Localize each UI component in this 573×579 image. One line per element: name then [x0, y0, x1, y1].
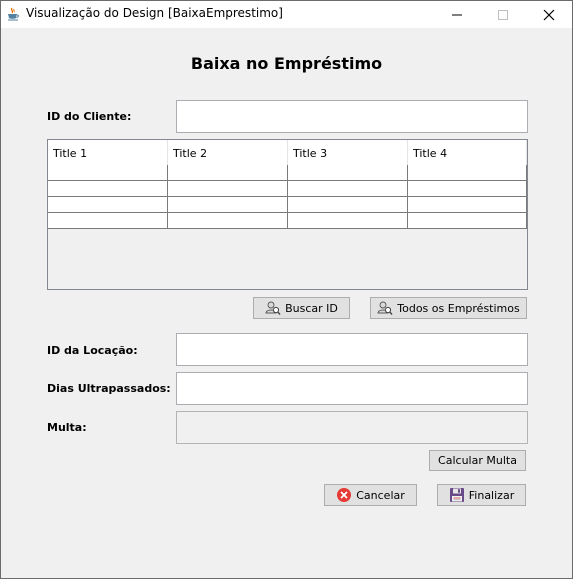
- finish-button[interactable]: Finalizar: [437, 484, 526, 506]
- table-cell[interactable]: [288, 197, 408, 213]
- minimize-button[interactable]: [434, 1, 480, 28]
- dialog-window: Visualização do Design [BaixaEmprestimo]…: [0, 0, 573, 579]
- table-row[interactable]: [48, 213, 527, 229]
- column-header[interactable]: Title 1: [48, 140, 168, 165]
- table-cell[interactable]: [48, 165, 168, 181]
- loans-table[interactable]: Title 1 Title 2 Title 3 Title 4: [47, 139, 528, 290]
- table-cell[interactable]: [408, 197, 527, 213]
- overdue-days-label: Dias Ultrapassados:: [47, 382, 171, 395]
- minimize-icon: [452, 14, 462, 16]
- table-cell[interactable]: [48, 213, 168, 229]
- table-cell[interactable]: [408, 181, 527, 197]
- window-title: Visualização do Design [BaixaEmprestimo]: [26, 6, 283, 20]
- all-loans-button[interactable]: Todos os Empréstimos: [370, 297, 527, 319]
- table-cell[interactable]: [48, 181, 168, 197]
- column-header[interactable]: Title 2: [168, 140, 288, 165]
- finish-label: Finalizar: [468, 488, 515, 502]
- table-cell[interactable]: [288, 213, 408, 229]
- cancel-button[interactable]: Cancelar: [324, 484, 417, 506]
- close-button[interactable]: [526, 1, 572, 28]
- user-search-icon: [377, 301, 393, 315]
- table-cell[interactable]: [168, 181, 288, 197]
- location-id-input[interactable]: [176, 333, 528, 366]
- cancel-circle-icon: [337, 488, 352, 502]
- close-icon: [543, 9, 555, 21]
- table-row[interactable]: [48, 165, 527, 181]
- column-header[interactable]: Title 3: [288, 140, 408, 165]
- calculate-fine-button[interactable]: Calcular Multa: [429, 450, 526, 471]
- client-id-input[interactable]: [176, 100, 528, 133]
- search-id-button[interactable]: Buscar ID: [253, 297, 350, 319]
- maximize-button[interactable]: [480, 1, 526, 28]
- table-cell[interactable]: [408, 213, 527, 229]
- table-cell[interactable]: [408, 165, 527, 181]
- table-cell[interactable]: [288, 165, 408, 181]
- overdue-days-input[interactable]: [176, 372, 528, 405]
- table-cell[interactable]: [168, 213, 288, 229]
- maximize-icon: [498, 10, 508, 20]
- all-loans-label: Todos os Empréstimos: [397, 301, 520, 315]
- client-id-label: ID do Cliente:: [47, 110, 132, 123]
- search-id-label: Buscar ID: [285, 301, 338, 315]
- save-disk-icon: [449, 488, 464, 502]
- fine-input: [176, 411, 528, 444]
- table-row[interactable]: [48, 181, 527, 197]
- cancel-label: Cancelar: [356, 488, 405, 502]
- table-cell[interactable]: [48, 197, 168, 213]
- title-bar[interactable]: Visualização do Design [BaixaEmprestimo]: [1, 1, 572, 28]
- location-id-label: ID da Locação:: [47, 344, 138, 357]
- table-cell[interactable]: [168, 197, 288, 213]
- column-header[interactable]: Title 4: [408, 140, 527, 165]
- java-cup-icon: [8, 7, 19, 21]
- table-cell[interactable]: [168, 165, 288, 181]
- table-cell[interactable]: [288, 181, 408, 197]
- page-title: Baixa no Empréstimo: [190, 54, 383, 73]
- table-row[interactable]: [48, 197, 527, 213]
- table-header: Title 1 Title 2 Title 3 Title 4: [48, 140, 527, 166]
- user-search-icon: [265, 301, 281, 315]
- fine-label: Multa:: [47, 421, 87, 434]
